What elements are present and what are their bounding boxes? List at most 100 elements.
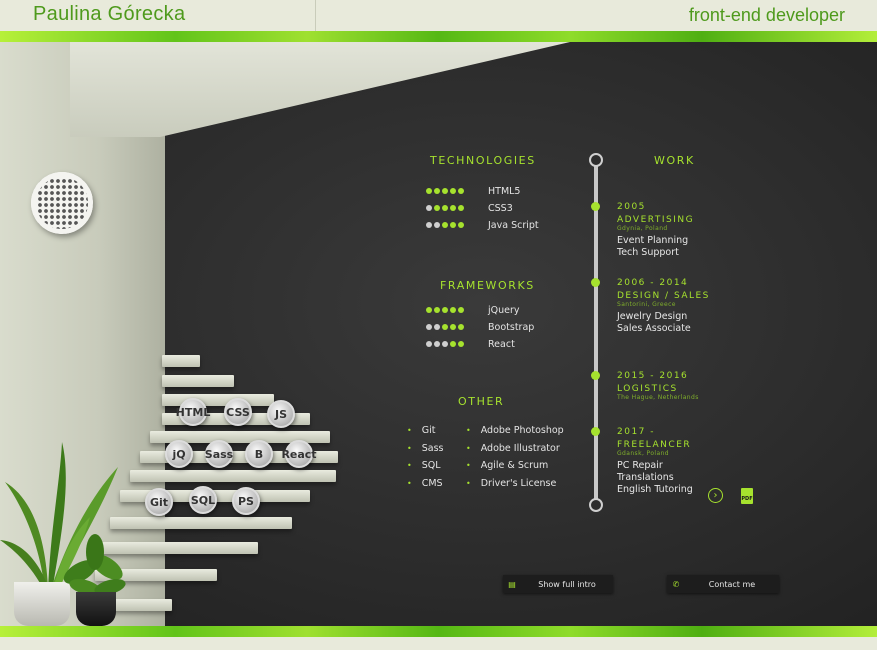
- bullet-icon: •: [466, 478, 471, 488]
- stair-step: [162, 375, 234, 387]
- other-skill-item: • Git: [407, 425, 435, 436]
- skill-level-dot: [458, 222, 464, 228]
- timeline-dot: [591, 371, 600, 380]
- skill-level-dot: [458, 307, 464, 313]
- skill-row: HTML5: [426, 185, 520, 197]
- skill-level-dot: [450, 341, 456, 347]
- skill-row: React: [426, 338, 515, 350]
- work-years: 2015 - 2016: [617, 371, 689, 381]
- next-arrow-icon[interactable]: ›: [708, 488, 723, 503]
- skill-level-dot: [458, 205, 464, 211]
- other-skill-label: Adobe Photoshop: [480, 425, 564, 436]
- work-place: Santorini, Greece: [617, 301, 676, 308]
- skill-level-dot: [450, 222, 456, 228]
- header: Paulina Górecka front-end developer: [0, 0, 877, 31]
- skill-level-dot: [450, 307, 456, 313]
- work-title: WORK: [654, 154, 695, 167]
- work-tasks: PC Repair Translations English Tutoring: [617, 460, 777, 496]
- skill-level-dots: [426, 307, 488, 313]
- other-skill-item: • Sass: [407, 443, 443, 454]
- skill-level-dots: [426, 188, 488, 194]
- css3-icon[interactable]: CSS: [224, 398, 252, 426]
- react-icon[interactable]: React: [281, 440, 317, 468]
- bullet-icon: •: [466, 426, 471, 435]
- bullet-icon: •: [407, 443, 412, 453]
- jquery-icon[interactable]: jQ: [165, 440, 193, 468]
- other-skill-label: SQL: [421, 460, 441, 471]
- sass-icon[interactable]: Sass: [205, 440, 233, 468]
- show-intro-label: Show full intro: [538, 579, 596, 589]
- frameworks-title: FRAMEWORKS: [440, 279, 535, 292]
- work-entry: 2017 - FREELANCER Gdansk, Poland PC Repair T…: [617, 427, 777, 496]
- bottom-stripe: [0, 626, 877, 637]
- work-task: Tech Support: [617, 247, 679, 258]
- skill-level-dot: [426, 307, 432, 313]
- database-icon[interactable]: SQL: [189, 486, 217, 514]
- javascript-icon[interactable]: JS: [267, 400, 295, 428]
- skill-level-dot: [442, 222, 448, 228]
- skill-level-dot: [426, 188, 432, 194]
- main-board: HTML CSS JS jQ Sass B React Git SQL PS T…: [0, 42, 877, 626]
- skill-name: React: [488, 338, 515, 350]
- other-skill-item: • SQL: [407, 460, 441, 471]
- bullet-icon: •: [407, 461, 412, 470]
- skill-name: jQuery: [488, 304, 520, 316]
- other-skill-label: Git: [421, 425, 436, 436]
- show-intro-button[interactable]: ▤ Show full intro: [503, 575, 613, 593]
- timeline-line: [594, 160, 598, 505]
- git-icon[interactable]: Git: [145, 488, 173, 516]
- bootstrap-icon[interactable]: B: [245, 440, 273, 468]
- footer: [0, 637, 877, 650]
- pdf-download-icon[interactable]: PDF: [741, 488, 753, 504]
- other-title: OTHER: [458, 395, 505, 408]
- top-stripe: [0, 31, 877, 42]
- other-skill-label: Adobe Illustrator: [480, 442, 560, 454]
- work-place: Gdynia, Poland: [617, 225, 668, 232]
- stair-step: [130, 470, 336, 482]
- other-skill-label: Sass: [421, 442, 444, 454]
- work-task: Translations: [617, 472, 674, 483]
- timeline-end-ring: [589, 498, 603, 512]
- work-entry: 2015 - 2016 LOGISTICS The Hague, Netherlan…: [617, 371, 777, 404]
- phone-icon: ✆: [672, 579, 680, 589]
- skill-row: CSS3: [426, 202, 513, 214]
- skill-name: CSS3: [488, 202, 513, 214]
- skill-level-dots: [426, 205, 488, 211]
- work-years: 2006 - 2014: [617, 278, 689, 288]
- work-field: LOGISTICS: [617, 384, 678, 394]
- skill-level-dots: [426, 222, 488, 228]
- work-task: Sales Associate: [617, 323, 691, 334]
- work-entry: 2006 - 2014 DESIGN / SALES Santorini, Gree…: [617, 278, 777, 335]
- contact-button[interactable]: ✆ Contact me: [667, 575, 779, 593]
- wall-vent: [31, 172, 93, 234]
- skill-level-dots: [426, 324, 488, 330]
- skill-name: Java Script: [488, 219, 539, 231]
- work-tasks: Jewelry Design Sales Associate: [617, 311, 777, 335]
- work-field: ADVERTISING: [617, 215, 695, 225]
- stair-step: [162, 355, 200, 367]
- site-name[interactable]: Paulina Górecka: [33, 3, 185, 26]
- photoshop-icon[interactable]: PS: [232, 487, 260, 515]
- skill-level-dot: [458, 341, 464, 347]
- other-skill-label: Driver's License: [480, 477, 557, 489]
- work-task: Event Planning: [617, 235, 689, 246]
- site-role: front-end developer: [688, 5, 845, 25]
- other-skill-label: CMS: [421, 477, 443, 489]
- bullet-icon: •: [466, 461, 471, 470]
- plant-pot-black: [76, 592, 116, 626]
- skill-level-dot: [426, 222, 432, 228]
- skill-level-dots: [426, 341, 488, 347]
- skill-level-dot: [442, 324, 448, 330]
- bullet-icon: •: [466, 443, 471, 453]
- html5-icon[interactable]: HTML: [176, 398, 210, 426]
- work-years: 2005: [617, 202, 646, 212]
- skill-row: Java Script: [426, 219, 539, 231]
- skill-level-dot: [434, 324, 440, 330]
- work-entry: 2005 ADVERTISING Gdynia, Poland Event Plann…: [617, 202, 777, 259]
- other-skill-item: • Agile & Scrum: [466, 460, 548, 471]
- timeline-dot: [591, 278, 600, 287]
- skill-level-dot: [434, 341, 440, 347]
- work-task: PC Repair: [617, 460, 663, 471]
- skill-level-dot: [442, 341, 448, 347]
- other-skill-item: • CMS: [407, 478, 443, 489]
